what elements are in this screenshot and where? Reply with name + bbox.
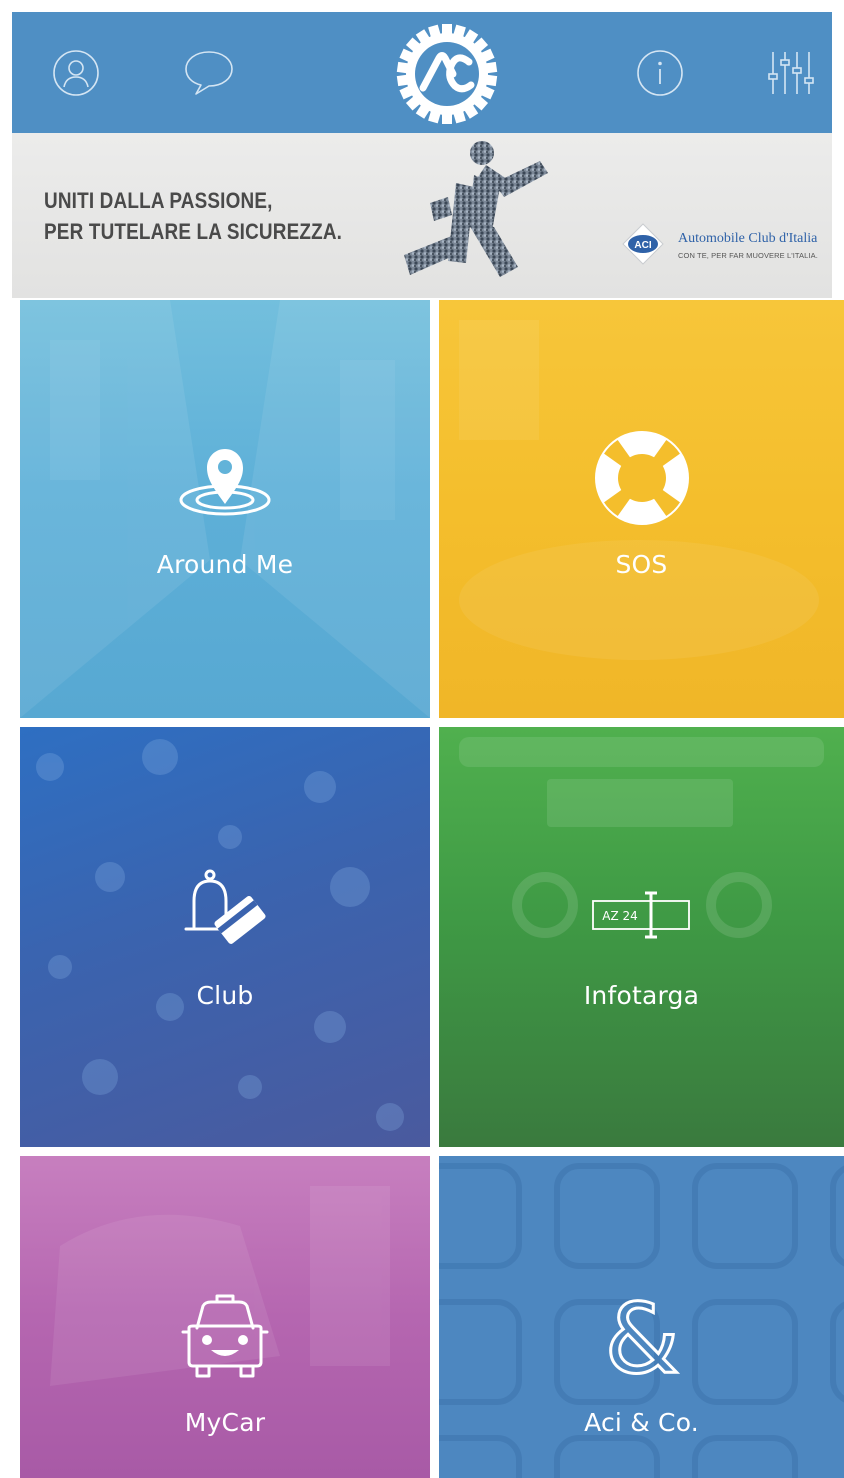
aci-logo-icon[interactable] xyxy=(395,22,499,126)
tile-club[interactable]: Club xyxy=(20,727,430,1147)
banner-slogan: UNITI DALLA PASSIONE, PER TUTELARE LA SI… xyxy=(44,185,342,247)
tile-aci-and-co[interactable]: & Aci & Co. xyxy=(439,1156,844,1478)
app-root: UNITI DALLA PASSIONE, PER TUTELARE LA SI… xyxy=(0,0,844,1478)
banner-slogan-line-2: PER TUTELARE LA SICUREZZA. xyxy=(44,219,343,244)
smiling-car-icon xyxy=(20,1292,430,1384)
aci-brand-tagline: CON TE, PER FAR MUOVERE L'ITALIA. xyxy=(678,251,818,260)
tile-label-mycar: MyCar xyxy=(184,1408,266,1437)
ampersand-icon: & xyxy=(439,1286,844,1382)
tile-label-club: Club xyxy=(196,981,254,1010)
svg-text:&: & xyxy=(604,1286,679,1382)
lifebuoy-icon xyxy=(439,428,844,528)
location-pin-icon xyxy=(20,444,430,516)
aci-brand-name: Automobile Club d'Italia xyxy=(678,231,818,246)
banner-slogan-line-1: UNITI DALLA PASSIONE, xyxy=(44,188,273,213)
top-navigation-bar xyxy=(12,12,832,133)
tile-mycar[interactable]: MyCar xyxy=(20,1156,430,1478)
chat-bubble-icon[interactable] xyxy=(180,12,238,133)
tile-sos[interactable]: SOS xyxy=(439,300,844,718)
license-plate-icon: AZ 24 xyxy=(439,887,844,939)
svg-text:ACI: ACI xyxy=(634,240,651,251)
tile-around-me[interactable]: Around Me xyxy=(20,300,430,718)
tile-label-aci-and-co: Aci & Co. xyxy=(584,1408,699,1437)
settings-sliders-icon[interactable] xyxy=(762,12,818,133)
bell-card-icon xyxy=(20,867,430,953)
tile-infotarga[interactable]: AZ 24 Infotarga xyxy=(439,727,844,1147)
aci-brand-mark: ACI Automobile Club d'Italia CON TE, PER… xyxy=(620,221,830,271)
user-icon[interactable] xyxy=(50,12,102,133)
tile-label-infotarga: Infotarga xyxy=(583,981,700,1010)
tile-label-around-me: Around Me xyxy=(156,550,294,579)
aci-badge-icon: ACI xyxy=(622,223,664,265)
tile-label-sos: SOS xyxy=(615,550,668,579)
promo-banner[interactable]: UNITI DALLA PASSIONE, PER TUTELARE LA SI… xyxy=(12,133,832,298)
crowd-figure-illustration xyxy=(390,135,560,297)
plate-text: AZ 24 xyxy=(602,909,638,923)
info-icon[interactable] xyxy=(634,12,686,133)
